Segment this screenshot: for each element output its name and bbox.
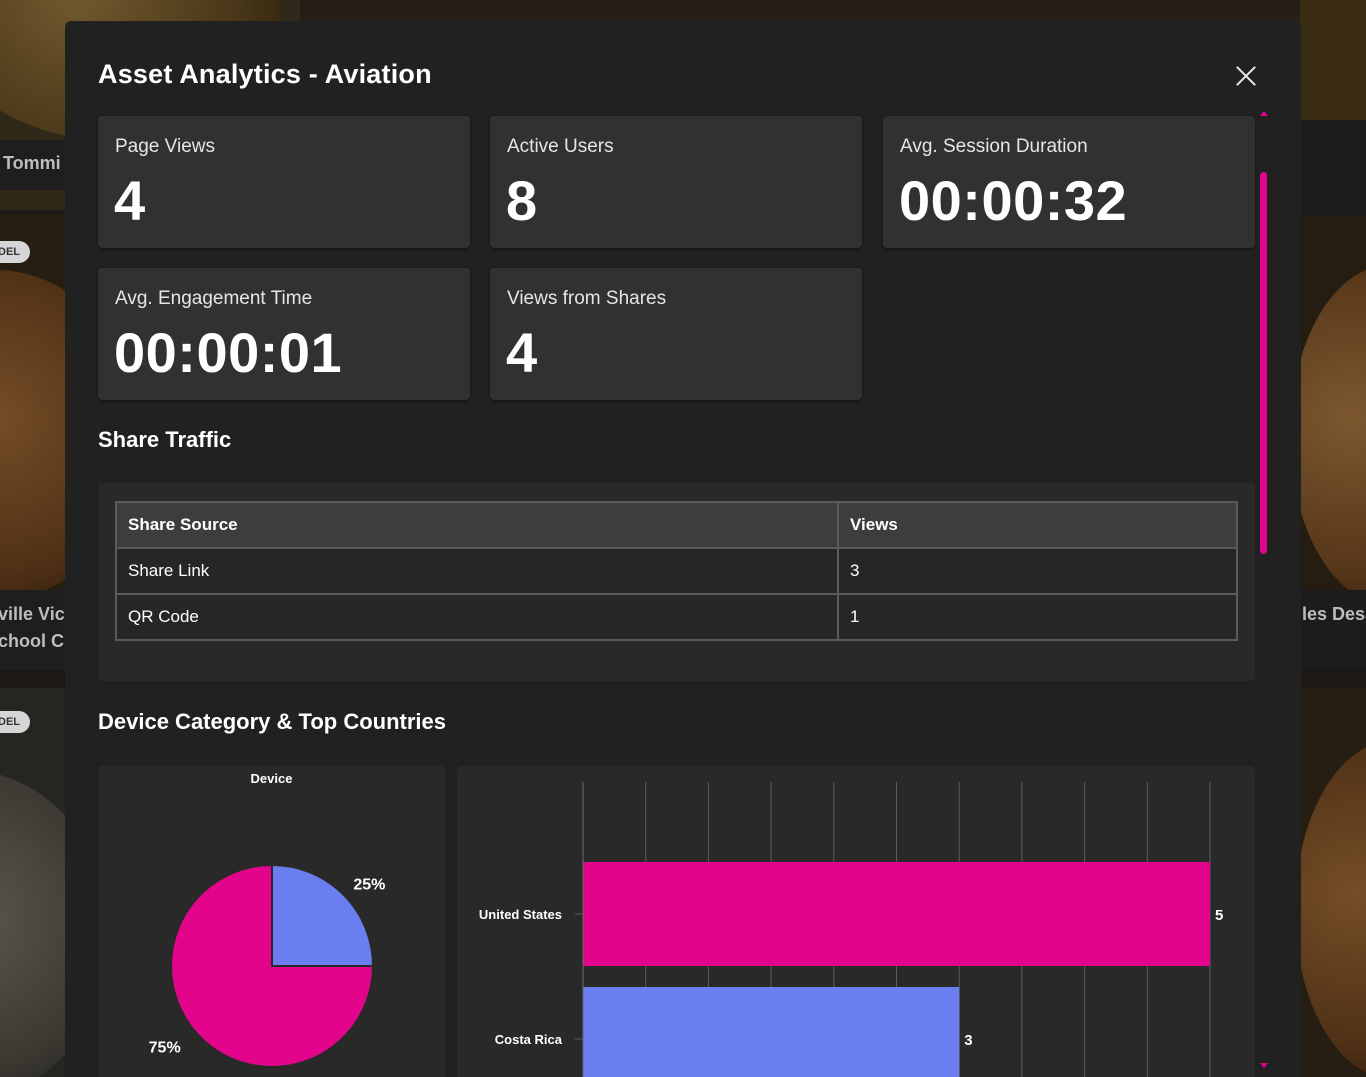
- table-cell: 1: [837, 593, 1238, 641]
- bg-card-title: chool C: [0, 631, 64, 651]
- table-cell: Share Link: [115, 547, 839, 595]
- stat-card-active-users: Active Users 8: [490, 116, 862, 248]
- bg-card-title: Tommi: [3, 153, 61, 173]
- scrollbar-thumb[interactable]: [1260, 172, 1267, 554]
- stat-label: Avg. Engagement Time: [115, 288, 313, 309]
- category-label: Costa Rica: [495, 1032, 563, 1047]
- close-icon[interactable]: [1235, 65, 1257, 87]
- stat-label: Avg. Session Duration: [900, 136, 1088, 157]
- stat-value: 4: [506, 321, 538, 384]
- bar[interactable]: [583, 862, 1210, 966]
- stat-label: Page Views: [115, 136, 215, 157]
- table-row: QR Code 1: [115, 593, 1238, 641]
- share-traffic-panel: Share Source Views Share Link 3 QR Code …: [98, 483, 1255, 681]
- pie-slice-label: 25%: [353, 877, 385, 894]
- bg-badge: DEL: [0, 711, 30, 733]
- pie-slice-label: 75%: [149, 1039, 181, 1056]
- bg-card-title: ville Vict: [0, 604, 71, 624]
- stat-value: 4: [114, 169, 146, 232]
- stat-value: 8: [506, 169, 538, 232]
- stat-label: Views from Shares: [507, 288, 667, 309]
- stat-card-views-from-shares: Views from Shares 4: [490, 268, 862, 400]
- share-traffic-table: Share Source Views Share Link 3 QR Code …: [115, 501, 1238, 641]
- stat-card-session-duration: Avg. Session Duration 00:00:32: [883, 116, 1255, 248]
- scroll-up-arrow-icon[interactable]: [1260, 111, 1268, 116]
- modal-title: Asset Analytics - Aviation: [98, 59, 432, 89]
- modal-content[interactable]: Page Views 4 Active Users 8 Avg. Session…: [98, 116, 1255, 1077]
- device-countries-heading: Device Category & Top Countries: [98, 709, 446, 734]
- table-cell: 3: [837, 547, 1238, 595]
- bg-badge: DEL: [0, 241, 30, 263]
- column-header: Views: [837, 501, 1238, 549]
- stat-label: Active Users: [507, 136, 614, 157]
- table-cell: QR Code: [115, 593, 839, 641]
- table-row: Share Link 3: [115, 547, 1238, 595]
- stat-value: 00:00:01: [114, 321, 343, 384]
- bar-value-label: 3: [964, 1032, 972, 1049]
- stat-card-page-views: Page Views 4: [98, 116, 470, 248]
- share-traffic-heading: Share Traffic: [98, 427, 232, 452]
- stat-card-engagement-time: Avg. Engagement Time 00:00:01: [98, 268, 470, 400]
- scroll-down-arrow-icon[interactable]: [1260, 1063, 1268, 1068]
- stat-value: 00:00:32: [899, 169, 1128, 232]
- category-label: United States: [479, 907, 562, 922]
- column-header: Share Source: [115, 501, 839, 549]
- table-header-row: Share Source Views: [115, 501, 1238, 549]
- bar[interactable]: [583, 987, 960, 1077]
- bg-card-title: les Desa: [1302, 604, 1366, 624]
- device-pie-panel: Device 25% 75%: [98, 766, 445, 1077]
- countries-bar-chart: United States 5 Costa Rica 3: [479, 782, 1223, 1077]
- bar-value-label: 5: [1215, 907, 1223, 924]
- device-pie-chart: 25% 75%: [149, 863, 385, 1068]
- countries-bar-panel: United States 5 Costa Rica 3: [457, 766, 1255, 1077]
- analytics-modal: Asset Analytics - Aviation Page Views 4 …: [65, 21, 1301, 1077]
